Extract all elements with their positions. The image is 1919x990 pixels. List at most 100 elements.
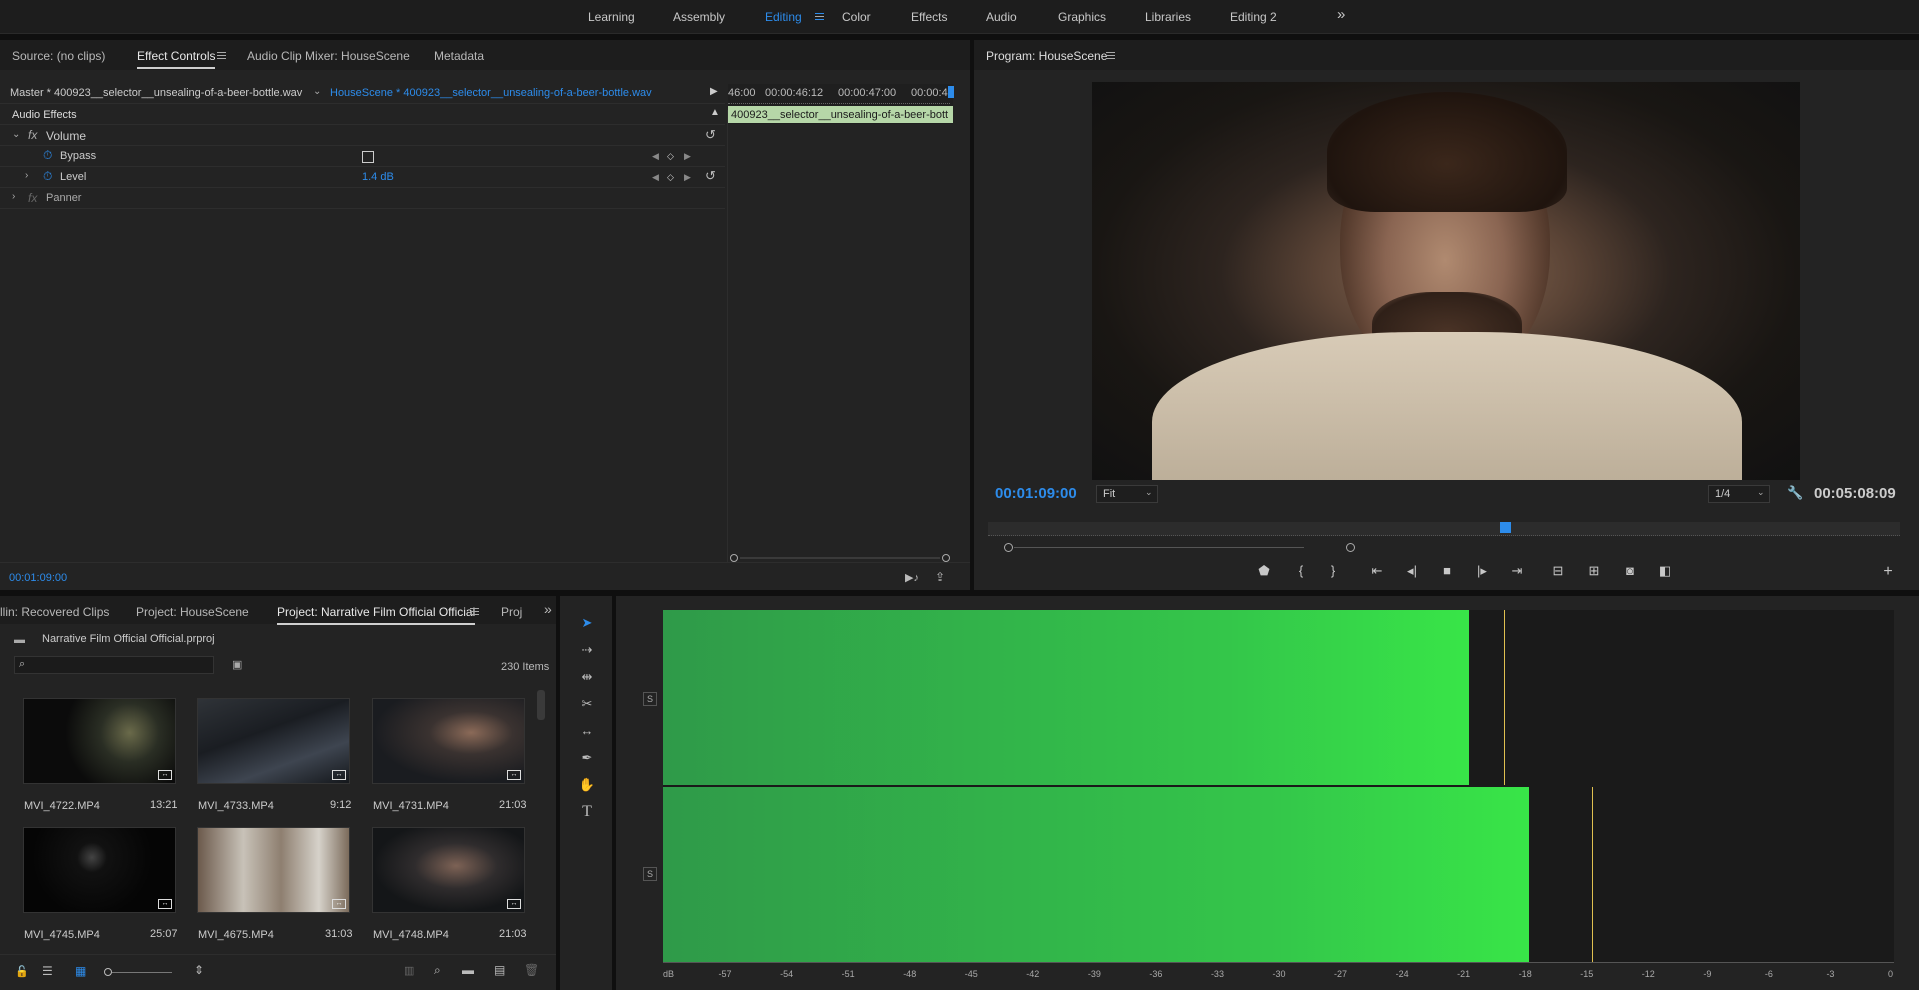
level-value[interactable]: 1.4 dB [362, 171, 394, 183]
workspace-editing[interactable]: Editing [765, 10, 802, 24]
effect-controls-menu-icon[interactable] [217, 52, 226, 59]
compare-icon[interactable]: ◧ [1655, 563, 1675, 579]
master-clip-label[interactable]: Master * 400923__selector__unsealing-of-… [10, 87, 302, 99]
workspace-learning[interactable]: Learning [588, 10, 635, 24]
more-workspaces-icon[interactable]: » [1337, 6, 1345, 23]
clip-name[interactable]: MVI_4745.MP4 [24, 929, 100, 941]
wrench-icon[interactable]: 🔧 [1787, 485, 1803, 501]
clip-name[interactable]: MVI_4675.MP4 [198, 929, 274, 941]
clip-bar[interactable]: 400923__selector__unsealing-of-a-beer-bo… [728, 106, 953, 123]
prev-keyframe-icon[interactable]: ◀ [652, 172, 659, 183]
tab-source[interactable]: Source: (no clips) [12, 49, 105, 63]
tab-bin-recovered-clips[interactable]: llin: Recovered Clips [0, 605, 109, 619]
fit-dropdown[interactable]: Fit ⌄ [1096, 485, 1158, 503]
zoom-slider[interactable] [112, 972, 172, 973]
extract-icon[interactable]: ⊞ [1584, 563, 1604, 579]
clip-thumbnail[interactable]: ↔ [372, 827, 525, 913]
workspace-effects[interactable]: Effects [911, 10, 947, 24]
scrollbar-thumb[interactable] [537, 690, 545, 720]
export-icon[interactable]: ⇪ [935, 570, 945, 584]
clip-thumbnail[interactable]: ↔ [197, 827, 350, 913]
step-back-icon[interactable]: ◂| [1402, 563, 1422, 579]
zoom-handle-left[interactable] [730, 554, 738, 562]
slip-tool-icon[interactable]: ↔ [578, 722, 596, 740]
track-select-tool-icon[interactable]: ⇢ [578, 641, 596, 659]
collapse-icon[interactable]: ▲ [710, 107, 720, 118]
tab-project-housescene[interactable]: Project: HouseScene [136, 605, 249, 619]
automate-icon[interactable]: ▥ [404, 964, 414, 977]
lift-icon[interactable]: ⊟ [1548, 563, 1568, 579]
disclosure-closed-icon[interactable]: › [12, 191, 15, 202]
fx-icon[interactable]: fx [28, 128, 37, 142]
fx-icon[interactable]: fx [28, 191, 37, 205]
stopwatch-icon[interactable]: ⏱ [43, 148, 52, 163]
mini-timeline[interactable]: 46:00 00:00:46:12 00:00:47:00 00:00:4 40… [728, 84, 954, 124]
editing-menu-icon[interactable] [815, 13, 824, 20]
zoom-scrollbar[interactable] [740, 557, 940, 559]
solo-button-1[interactable]: S [643, 692, 658, 706]
workspace-color[interactable]: Color [842, 10, 871, 24]
hand-tool-icon[interactable]: ✋ [578, 776, 596, 794]
stop-icon[interactable]: ■ [1437, 563, 1457, 578]
search-input[interactable]: ⌕ [14, 656, 214, 674]
tab-audio-clip-mixer[interactable]: Audio Clip Mixer: HouseScene [247, 49, 410, 63]
reset-icon[interactable]: ↺ [705, 127, 716, 143]
zoom-bar[interactable] [1014, 547, 1304, 548]
selection-tool-icon[interactable]: ➤ [578, 614, 596, 632]
tab-metadata[interactable]: Metadata [434, 49, 484, 63]
workspace-graphics[interactable]: Graphics [1058, 10, 1106, 24]
find-icon[interactable]: ⌕ [434, 963, 441, 978]
program-playhead[interactable] [1500, 522, 1511, 533]
go-to-in-icon[interactable]: ⇤ [1367, 563, 1387, 579]
program-video-frame[interactable] [1092, 82, 1800, 480]
zoom-handle-left[interactable] [1004, 543, 1013, 552]
more-tabs-icon[interactable]: » [544, 601, 552, 617]
trash-icon[interactable]: 🗑 [524, 963, 539, 977]
add-button-icon[interactable]: + [1878, 563, 1898, 581]
clip-name[interactable]: MVI_4722.MP4 [24, 800, 100, 812]
clip-thumbnail[interactable]: ↔ [23, 698, 176, 784]
clip-name[interactable]: MVI_4733.MP4 [198, 800, 274, 812]
list-view-icon[interactable]: ☰ [42, 964, 53, 978]
bypass-checkbox[interactable] [362, 151, 374, 163]
mark-in-icon[interactable]: { [1291, 563, 1311, 578]
add-keyframe-icon[interactable]: ◇ [667, 172, 674, 183]
sort-icon[interactable]: ⇕ [194, 963, 204, 977]
clip-thumbnail[interactable]: ↔ [23, 827, 176, 913]
stopwatch-icon[interactable]: ⏱ [43, 169, 52, 184]
pen-tool-icon[interactable]: ✒ [578, 749, 596, 767]
icon-view-icon[interactable]: ▦ [75, 964, 86, 978]
solo-button-2[interactable]: S [643, 867, 658, 881]
program-time-ruler[interactable] [988, 522, 1900, 536]
clip-name[interactable]: MVI_4748.MP4 [373, 929, 449, 941]
resolution-dropdown[interactable]: 1/4 ⌄ [1708, 485, 1770, 503]
workspace-libraries[interactable]: Libraries [1145, 10, 1191, 24]
tab-proj[interactable]: Proj [501, 605, 522, 619]
find-icon[interactable]: ▣ [232, 658, 242, 671]
disclosure-open-icon[interactable]: ⌄ [12, 129, 20, 140]
workspace-editing-2[interactable]: Editing 2 [1230, 10, 1277, 24]
tab-project-narrative[interactable]: Project: Narrative Film Official Officia… [277, 605, 476, 625]
lock-icon[interactable]: 🔓 [15, 965, 29, 978]
zoom-slider-handle[interactable] [104, 968, 112, 976]
zoom-handle-right[interactable] [942, 554, 950, 562]
razor-tool-icon[interactable]: ✂ [578, 695, 596, 713]
add-marker-icon[interactable]: ⬟ [1254, 563, 1274, 579]
sequence-clip-label[interactable]: HouseScene * 400923__selector__unsealing… [330, 87, 652, 99]
next-keyframe-icon[interactable]: ▶ [684, 151, 691, 162]
program-title[interactable]: Program: HouseScene [986, 49, 1107, 63]
audio-solo-icon[interactable]: ▶♪ [905, 571, 919, 584]
program-timecode[interactable]: 00:01:09:00 [995, 485, 1077, 502]
mark-out-icon[interactable]: } [1323, 563, 1343, 578]
reset-icon[interactable]: ↺ [705, 168, 716, 184]
new-item-icon[interactable]: ▤ [494, 963, 505, 977]
step-forward-icon[interactable]: |▸ [1472, 563, 1492, 579]
ripple-edit-tool-icon[interactable]: ⇹ [578, 668, 596, 686]
camera-icon[interactable]: ◙ [1620, 563, 1640, 578]
workspace-audio[interactable]: Audio [986, 10, 1017, 24]
add-keyframe-icon[interactable]: ◇ [667, 151, 674, 162]
new-bin-icon[interactable]: ▬ [462, 963, 474, 977]
zoom-handle-right[interactable] [1346, 543, 1355, 552]
prev-keyframe-icon[interactable]: ◀ [652, 151, 659, 162]
go-to-out-icon[interactable]: ⇥ [1507, 563, 1527, 579]
